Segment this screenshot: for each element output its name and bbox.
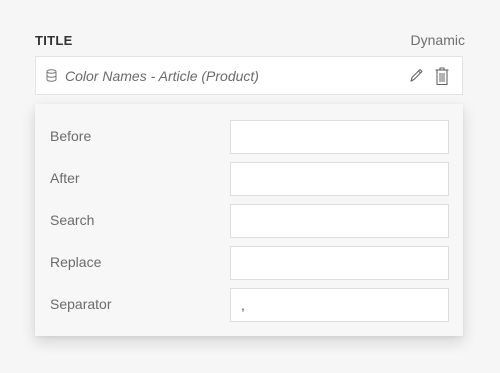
after-label: After	[50, 170, 80, 186]
before-input[interactable]	[230, 120, 449, 154]
before-field: Before	[35, 120, 463, 154]
field-header: TITLE Dynamic	[35, 31, 465, 49]
before-label: Before	[50, 128, 92, 144]
replace-input[interactable]	[230, 246, 449, 280]
separator-input[interactable]	[230, 288, 449, 322]
pencil-icon[interactable]	[407, 66, 425, 86]
search-field: Search	[35, 204, 463, 238]
replace-label: Replace	[50, 254, 102, 270]
dynamic-source-row[interactable]: Color Names - Article (Product)	[35, 56, 463, 95]
source-actions	[407, 66, 451, 86]
replace-field: Replace	[35, 246, 463, 280]
database-icon	[45, 69, 57, 83]
after-input[interactable]	[230, 162, 449, 196]
dynamic-mode-label[interactable]: Dynamic	[411, 32, 465, 48]
trash-icon[interactable]	[433, 66, 451, 86]
settings-page: TITLE Dynamic Color Names - Article (Pro…	[0, 0, 500, 373]
search-label: Search	[50, 212, 95, 228]
after-field: After	[35, 162, 463, 196]
field-title: TITLE	[35, 32, 73, 48]
separator-label: Separator	[50, 296, 112, 312]
search-input[interactable]	[230, 204, 449, 238]
source-label: Color Names - Article (Product)	[65, 67, 259, 84]
separator-field: Separator	[35, 288, 463, 322]
filter-settings-panel: Before After Search Replace Separator	[35, 104, 463, 336]
